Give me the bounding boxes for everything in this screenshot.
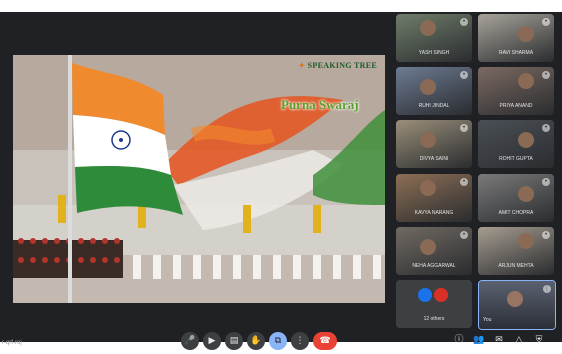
muted-mic-icon: • <box>460 178 468 186</box>
muted-mic-icon: • <box>460 231 468 239</box>
muted-mic-icon: • <box>542 124 550 132</box>
presentation-image <box>13 55 385 303</box>
participant-head <box>420 79 436 95</box>
participant-tile[interactable]: NEHA AGGARWAL • <box>396 227 472 275</box>
participant-tile[interactable]: DIVYA SAINI • <box>396 120 472 168</box>
camera-button[interactable]: ▶ <box>203 332 221 350</box>
muted-mic-icon: • <box>542 71 550 79</box>
participant-name: PRIYA ANAND <box>499 103 533 109</box>
people-icon[interactable]: 👥 <box>472 333 486 347</box>
participant-tile[interactable]: KAVYA NARANG • <box>396 174 472 222</box>
meeting-details-icon[interactable]: ⓘ <box>452 333 466 347</box>
muted-mic-icon: • <box>542 231 550 239</box>
chat-icon[interactable]: ✉ <box>492 333 506 347</box>
mic-button[interactable]: 🎤 <box>181 332 199 350</box>
participant-head <box>518 26 534 42</box>
more-options-icon[interactable]: ⋮ <box>543 285 551 293</box>
participant-name: DIVYA SAINI <box>419 156 449 162</box>
slide-caption: Purna Swaraj <box>281 97 359 112</box>
participant-name: AMIT CHOPRA <box>498 210 534 216</box>
presentation-view: SPEAKING TREE Purna Swaraj <box>13 55 385 303</box>
participant-head <box>518 233 534 249</box>
activities-icon[interactable]: △ <box>512 333 526 347</box>
participant-tile[interactable]: ARJUN MEHTA • <box>478 227 554 275</box>
others-tile[interactable]: 12 others <box>396 280 472 328</box>
participant-tile[interactable]: RAVI SHARMA • <box>478 14 554 62</box>
participant-head <box>420 132 436 148</box>
host-controls-icon[interactable]: ⛨ <box>532 333 546 347</box>
participant-head <box>518 186 534 202</box>
muted-mic-icon: • <box>460 124 468 132</box>
leave-call-button[interactable]: ☎ <box>313 332 337 350</box>
participant-name: NEHA AGGARWAL <box>412 263 456 269</box>
more-options-button[interactable]: ⋮ <box>291 332 309 350</box>
muted-mic-icon: • <box>542 18 550 26</box>
captions-button[interactable]: ▤ <box>225 332 243 350</box>
participant-avatar <box>434 288 448 302</box>
participant-tile[interactable]: RUHI JINDAL • <box>396 67 472 115</box>
participant-tile[interactable]: PRIYA ANAND • <box>478 67 554 115</box>
meeting-code: r-qrf-roj <box>2 340 22 346</box>
others-label: 12 others <box>423 316 445 322</box>
self-label: You <box>483 317 492 323</box>
participant-avatar <box>418 288 432 302</box>
participant-head <box>518 132 534 148</box>
participant-head <box>420 239 436 255</box>
participant-name: ARJUN MEHTA <box>498 263 534 269</box>
speaking-tree-logo: SPEAKING TREE <box>298 61 377 70</box>
participant-tile[interactable]: AMIT CHOPRA • <box>478 174 554 222</box>
participant-name: KAVYA NARANG <box>414 210 454 216</box>
muted-mic-icon: • <box>542 178 550 186</box>
participant-name: YASH SINGH <box>418 50 450 56</box>
meet-window: SPEAKING TREE Purna Swaraj YASH SINGH•RA… <box>0 12 562 342</box>
participant-head <box>507 291 523 307</box>
participant-tile[interactable]: ROHIT GUPTA • <box>478 120 554 168</box>
participant-tile[interactable]: YASH SINGH • <box>396 14 472 62</box>
self-tile[interactable]: You ⋮ <box>478 280 556 330</box>
muted-mic-icon: • <box>460 71 468 79</box>
participant-head <box>420 180 436 196</box>
participant-name: RAVI SHARMA <box>498 50 534 56</box>
participant-name: RUHI JINDAL <box>418 103 450 109</box>
muted-mic-icon: • <box>460 18 468 26</box>
participant-head <box>420 20 436 36</box>
participant-name: ROHIT GUPTA <box>499 156 533 162</box>
present-button[interactable]: ⧉ <box>269 332 287 350</box>
participant-head <box>518 73 534 89</box>
raise-hand-button[interactable]: ✋ <box>247 332 265 350</box>
